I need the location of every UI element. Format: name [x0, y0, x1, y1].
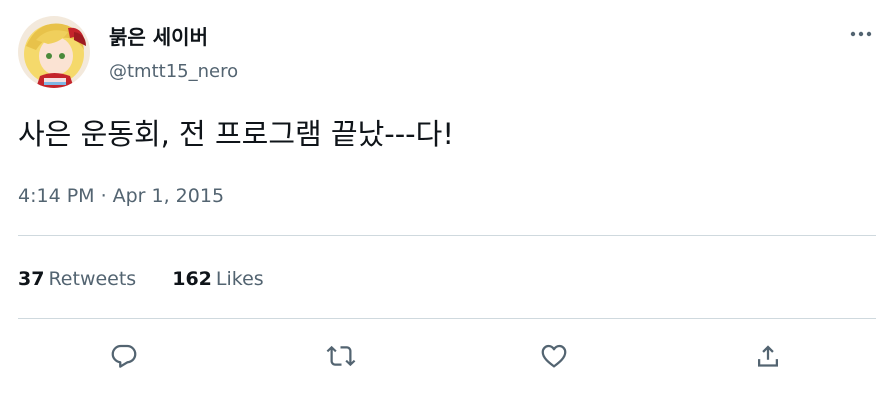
reply-button[interactable] [104, 336, 144, 376]
divider [18, 235, 876, 236]
tweet-stats: 37 Retweets 162 Likes [18, 265, 300, 293]
share-button[interactable] [748, 336, 788, 376]
tweet-card: 붉은 세이버 @tmtt15_nero 사은 운동회, 전 프로그램 끝났---… [0, 0, 894, 409]
retweet-button[interactable] [321, 336, 361, 376]
heart-icon [541, 344, 567, 368]
retweets-count: 37 [18, 268, 45, 290]
reply-icon [111, 344, 137, 368]
retweet-icon [326, 345, 356, 367]
like-button[interactable] [534, 336, 574, 376]
tweet-time[interactable]: 4:14 PM [18, 185, 95, 207]
tweet-date[interactable]: Apr 1, 2015 [113, 185, 224, 207]
likes-count: 162 [172, 268, 212, 290]
user-handle[interactable]: @tmtt15_nero [109, 60, 238, 84]
avatar[interactable] [18, 16, 90, 88]
share-icon [758, 345, 778, 367]
retweets-label: Retweets [48, 268, 137, 290]
divider [18, 318, 876, 319]
action-bar [0, 336, 894, 376]
more-horizontal-icon [850, 31, 872, 37]
tweet-timestamp[interactable]: 4:14 PM · Apr 1, 2015 [18, 183, 224, 209]
meta-separator: · [100, 185, 107, 207]
more-options-button[interactable] [846, 22, 876, 46]
tweet-text: 사은 운동회, 전 프로그램 끝났---다! [18, 117, 454, 151]
avatar-image [18, 16, 90, 88]
likes-label: Likes [215, 268, 264, 290]
retweets-stat[interactable]: 37 Retweets [18, 265, 136, 293]
likes-stat[interactable]: 162 Likes [172, 265, 263, 293]
display-name[interactable]: 붉은 세이버 [109, 24, 208, 50]
